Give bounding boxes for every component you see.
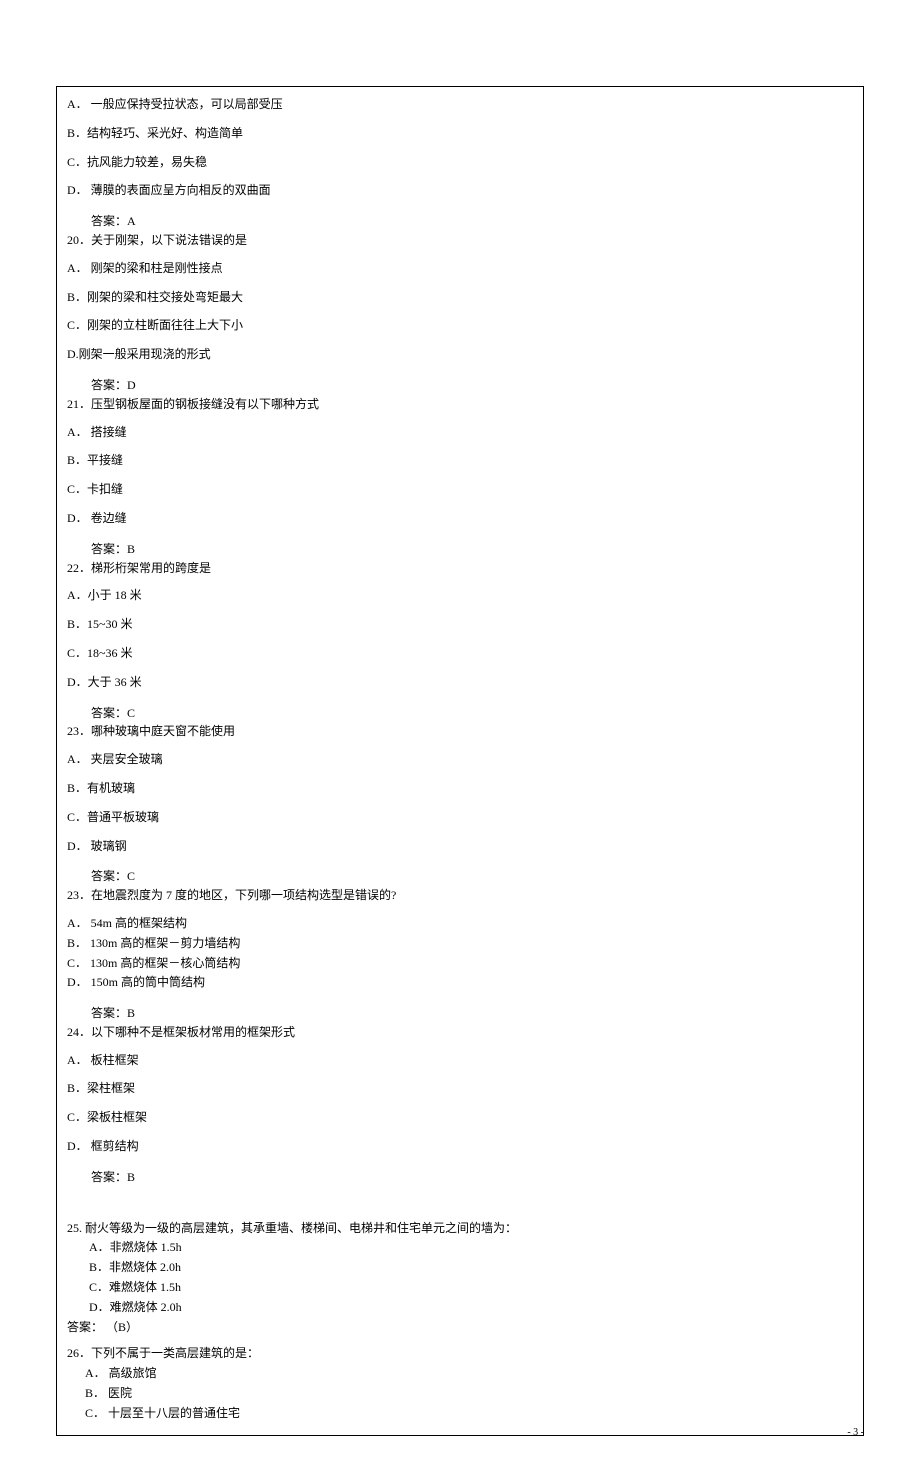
q24-answer: 答案：B [91,1169,853,1186]
q22-option-c: C．18~36 米 [67,645,853,662]
q19-option-d: D． 薄膜的表面应呈方向相反的双曲面 [67,182,853,199]
page-number: - 3 - [847,1426,864,1440]
q24-stem: 24．以下哪种不是框架板材常用的框架形式 [67,1024,853,1041]
q20-option-a: A． 刚架的梁和柱是刚性接点 [67,260,853,277]
q25-option-c: C．难燃烧体 1.5h [89,1279,853,1296]
q23b-option-b: B． 130m 高的框架－剪力墙结构 [67,935,853,952]
q19-answer: 答案：A [91,213,853,230]
q25-option-a: A．非燃烧体 1.5h [89,1239,853,1256]
q26-option-a: A． 高级旅馆 [85,1365,853,1382]
q21-option-a: A． 搭接缝 [67,424,853,441]
q22-option-d: D．大于 36 米 [67,674,853,691]
q21-option-b: B．平接缝 [67,452,853,469]
q25-option-d: D．难燃烧体 2.0h [89,1299,853,1316]
q23b-answer: 答案：B [91,1005,853,1022]
q19-option-c: C．抗风能力较差，易失稳 [67,154,853,171]
q22-answer: 答案：C [91,705,853,722]
q23b-stem: 23．在地震烈度为 7 度的地区，下列哪一项结构选型是错误的? [67,887,853,904]
q24-option-b: B．梁柱框架 [67,1080,853,1097]
q21-answer: 答案：B [91,541,853,558]
q20-option-d: D.刚架一般采用现浇的形式 [67,346,853,363]
q23a-answer: 答案：C [91,868,853,885]
q23a-option-d: D． 玻璃钢 [67,838,853,855]
q23b-option-c: C． 130m 高的框架－核心筒结构 [67,955,853,972]
q19-option-a: A． 一般应保持受拉状态，可以局部受压 [67,96,853,113]
q23b-option-d: D． 150m 高的筒中筒结构 [67,974,853,991]
q24-option-a: A． 板柱框架 [67,1052,853,1069]
q20-stem: 20．关于刚架，以下说法错误的是 [67,232,853,249]
q24-option-d: D． 框剪结构 [67,1138,853,1155]
q23a-stem: 23．哪种玻璃中庭天窗不能使用 [67,723,853,740]
q22-stem: 22．梯形桁架常用的跨度是 [67,560,853,577]
q22-option-a: A．小于 18 米 [67,587,853,604]
content-border: A． 一般应保持受拉状态，可以局部受压 B．结构轻巧、采光好、构造简单 C．抗风… [56,86,864,1436]
q19-option-b: B．结构轻巧、采光好、构造简单 [67,125,853,142]
q21-stem: 21．压型钢板屋面的钢板接缝没有以下哪种方式 [67,396,853,413]
q23b-option-a: A． 54m 高的框架结构 [67,915,853,932]
q21-option-c: C．卡扣缝 [67,481,853,498]
q25-option-b: B．非燃烧体 2.0h [89,1259,853,1276]
q25-stem: 25. 耐火等级为一级的高层建筑，其承重墙、楼梯间、电梯井和住宅单元之间的墙为： [67,1220,853,1237]
page: A． 一般应保持受拉状态，可以局部受压 B．结构轻巧、采光好、构造简单 C．抗风… [0,0,920,1476]
q26-option-c: C． 十层至十八层的普通住宅 [85,1405,853,1422]
q20-answer: 答案：D [91,377,853,394]
q23a-option-b: B．有机玻璃 [67,780,853,797]
q21-option-d: D． 卷边缝 [67,510,853,527]
q24-option-c: C．梁板柱框架 [67,1109,853,1126]
q22-option-b: B．15~30 米 [67,616,853,633]
q23a-option-c: C．普通平板玻璃 [67,809,853,826]
q25-answer: 答案： （B） [57,1319,853,1336]
q26-stem: 26．下列不属于一类高层建筑的是： [67,1345,853,1362]
q26-option-b: B． 医院 [85,1385,853,1402]
q20-option-b: B．刚架的梁和柱交接处弯矩最大 [67,289,853,306]
q23a-option-a: A． 夹层安全玻璃 [67,751,853,768]
q20-option-c: C．刚架的立柱断面往往上大下小 [67,317,853,334]
